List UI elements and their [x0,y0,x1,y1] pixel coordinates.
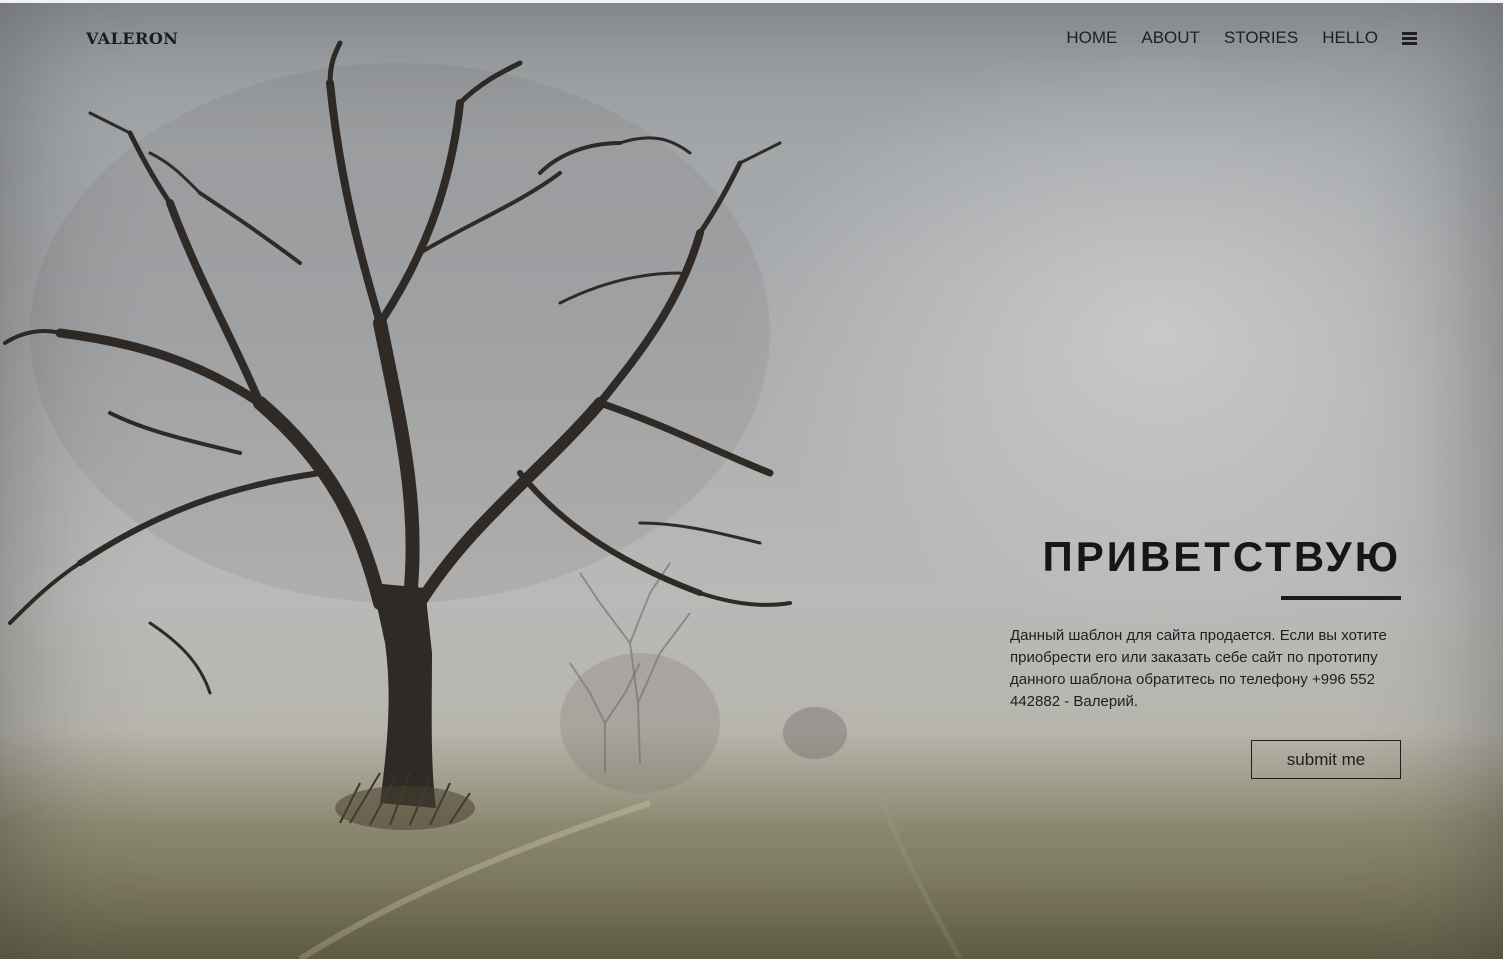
menu-bar [1402,31,1417,35]
distant-bush [783,707,847,759]
nav-item-stories[interactable]: STORIES [1224,28,1298,48]
nav-item-about[interactable]: ABOUT [1141,28,1200,48]
submit-button[interactable]: submit me [1251,740,1401,779]
distant-tree-canopy [560,653,720,793]
main-nav: HOME ABOUT STORIES HELLO [1042,28,1417,48]
top-border [0,0,1503,3]
nav-item-home[interactable]: HOME [1066,28,1117,48]
foggy-tree-landscape [3,40,963,959]
hero-description: Данный шаблон для сайта продается. Если … [1010,627,1387,710]
hero-title: ПРИВЕТСТВУЮ [1042,533,1401,580]
title-underline [1281,596,1401,600]
nav-item-hello[interactable]: HELLO [1322,28,1378,48]
site-logo[interactable]: VALERON [86,29,178,48]
bush-base [335,786,475,830]
field-track [877,792,963,959]
page: VALERON HOME ABOUT STORIES HELLO ПРИВЕТС… [0,0,1503,959]
tree-crown-haze [30,63,770,603]
field-path [298,800,651,959]
hero-background-image [0,3,1503,959]
tree-trunk [372,583,436,808]
menu-bar [1402,36,1417,40]
menu-bar [1402,41,1417,45]
hamburger-menu-icon[interactable] [1402,31,1417,45]
